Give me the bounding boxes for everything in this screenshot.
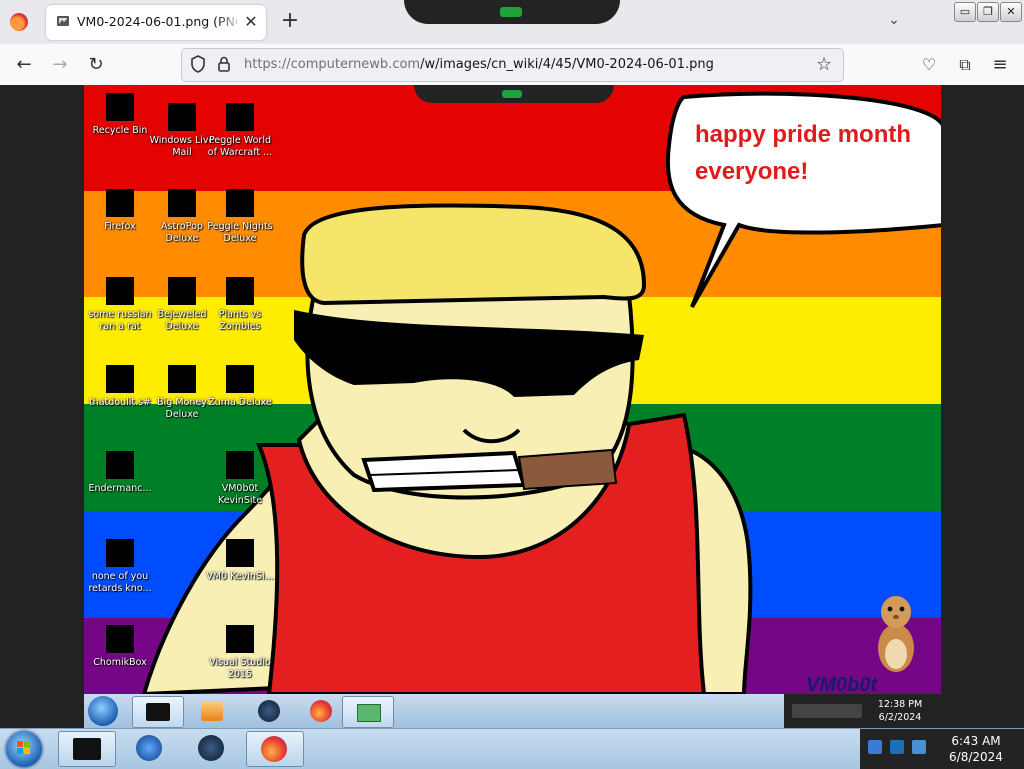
firefox-icon bbox=[106, 189, 134, 217]
inner-taskbar-firefox bbox=[296, 696, 346, 726]
navigation-toolbar: ← → ↻ https://computernewb.com/w/images/… bbox=[0, 44, 1024, 86]
desktop-icon-visual-studio: Visual Studio 2015 bbox=[204, 625, 276, 681]
tab-title: VM0-2024-06-01.png (PNG Ima bbox=[77, 14, 237, 29]
inner-taskbar-app bbox=[342, 696, 394, 728]
media-player-icon bbox=[136, 735, 162, 761]
action-center-icon[interactable] bbox=[912, 740, 926, 754]
taskbar-console[interactable] bbox=[58, 731, 116, 767]
taskbar-globe[interactable] bbox=[184, 731, 240, 765]
inner-taskbar-globe bbox=[244, 696, 294, 726]
desktop-icon-kevinsite-1: VM0b0t KevinSite bbox=[204, 451, 276, 507]
speech-text-line2: everyone! bbox=[695, 158, 809, 185]
volume-icon[interactable] bbox=[890, 740, 904, 754]
app-icon bbox=[357, 704, 381, 722]
recycle-bin-icon bbox=[106, 93, 134, 121]
hamster-image bbox=[878, 596, 914, 672]
forward-button[interactable]: → bbox=[48, 53, 72, 77]
desktop-icon-endermanch: Endermanc... bbox=[84, 451, 156, 495]
desktop-icon-plants-vs-zombies: Plants vs Zombies bbox=[204, 277, 276, 333]
media-player-icon bbox=[201, 701, 223, 721]
taskbar-firefox[interactable] bbox=[246, 731, 304, 767]
minimize-button[interactable]: ▭ bbox=[954, 2, 976, 22]
window-controls: ▭ ❐ ✕ bbox=[954, 2, 1022, 22]
globe-icon bbox=[258, 700, 280, 722]
taskbar-media-player[interactable] bbox=[122, 731, 178, 765]
inner-taskbar-console bbox=[132, 696, 184, 728]
file-icon bbox=[106, 277, 134, 305]
tab-close-button[interactable]: ✕ bbox=[242, 13, 260, 31]
peggle-nights-icon bbox=[226, 189, 254, 217]
restore-button[interactable]: ❐ bbox=[977, 2, 999, 22]
big-money-icon bbox=[168, 365, 196, 393]
url-text: https://computernewb.com/w/images/cn_wik… bbox=[244, 57, 714, 72]
shield-icon[interactable] bbox=[188, 54, 208, 74]
firefox-view-icon[interactable] bbox=[10, 13, 28, 31]
astropop-icon bbox=[168, 189, 196, 217]
speech-text-line1: happy pride month bbox=[695, 121, 911, 148]
clock[interactable]: 6:43 AM 6/8/2024 bbox=[936, 733, 1016, 765]
desktop-icon-peggle-wow: Peggle World of Warcraft ... bbox=[204, 103, 276, 159]
firefox-icon bbox=[261, 736, 287, 762]
firefox-icon bbox=[310, 700, 332, 722]
tray-icons bbox=[792, 704, 862, 718]
inner-taskbar-media-player bbox=[188, 696, 238, 726]
inner-system-tray: 12:38 PM 6/2/2024 bbox=[784, 694, 941, 728]
desktop-icon-chomikbox: ChomikBox bbox=[84, 625, 156, 669]
plants-vs-zombies-icon bbox=[226, 277, 254, 305]
shortcut-icon bbox=[106, 365, 134, 393]
file-icon bbox=[106, 539, 134, 567]
bejeweled-icon bbox=[168, 277, 196, 305]
menu-icon[interactable]: ≡ bbox=[988, 53, 1012, 77]
globe-icon bbox=[198, 735, 224, 761]
visual-studio-icon bbox=[226, 539, 254, 567]
mail-icon bbox=[168, 103, 196, 131]
console-icon bbox=[146, 703, 170, 721]
peggle-icon bbox=[226, 103, 254, 131]
vm-overlay-handle bbox=[404, 0, 620, 24]
taskbar: 6:43 AM 6/8/2024 bbox=[0, 728, 1024, 769]
displayed-image: happy pride month everyone! Recycle Bin … bbox=[84, 85, 941, 728]
tab-active[interactable]: VM0-2024-06-01.png (PNG Ima ✕ bbox=[46, 5, 266, 40]
list-all-tabs-button[interactable]: ⌄ bbox=[884, 12, 904, 32]
desktop-icon-peggle-nights: Peggle Nights Deluxe bbox=[204, 189, 276, 245]
extensions-icon[interactable]: ⧉ bbox=[953, 53, 977, 77]
close-window-button[interactable]: ✕ bbox=[1000, 2, 1022, 22]
chomikbox-icon bbox=[106, 625, 134, 653]
inner-taskbar: 12:38 PM 6/2/2024 bbox=[84, 694, 941, 728]
lock-icon[interactable] bbox=[214, 54, 234, 74]
image-file-icon bbox=[57, 16, 69, 26]
start-button[interactable] bbox=[6, 731, 42, 767]
tab-strip: VM0-2024-06-01.png (PNG Ima ✕ + ⌄ ▭ ❐ ✕ bbox=[0, 0, 1024, 44]
visual-studio-icon bbox=[226, 625, 254, 653]
reload-button[interactable]: ↻ bbox=[84, 53, 108, 77]
globe-icon bbox=[226, 451, 254, 479]
desktop-icon-kevinsite-2: VM0 KevinSi... bbox=[204, 539, 276, 583]
zuma-icon bbox=[226, 365, 254, 393]
desktop-icon-none-of-you: none of you retards kno... bbox=[84, 539, 156, 595]
inner-start-button bbox=[88, 696, 118, 726]
inner-clock: 12:38 PM 6/2/2024 bbox=[877, 699, 923, 723]
back-button[interactable]: ← bbox=[12, 53, 36, 77]
url-bar[interactable]: https://computernewb.com/w/images/cn_wik… bbox=[181, 48, 844, 82]
system-tray: 6:43 AM 6/8/2024 bbox=[860, 729, 1024, 769]
new-tab-button[interactable]: + bbox=[280, 10, 300, 32]
windows-flag-icon bbox=[17, 741, 30, 754]
pocket-icon[interactable]: ♡ bbox=[917, 53, 941, 77]
bookmark-star-icon[interactable]: ☆ bbox=[816, 54, 832, 75]
network-icon[interactable] bbox=[868, 740, 882, 754]
console-icon bbox=[73, 738, 101, 760]
console-icon bbox=[106, 451, 134, 479]
desktop-icon-zuma: Zuma Deluxe bbox=[204, 365, 276, 409]
